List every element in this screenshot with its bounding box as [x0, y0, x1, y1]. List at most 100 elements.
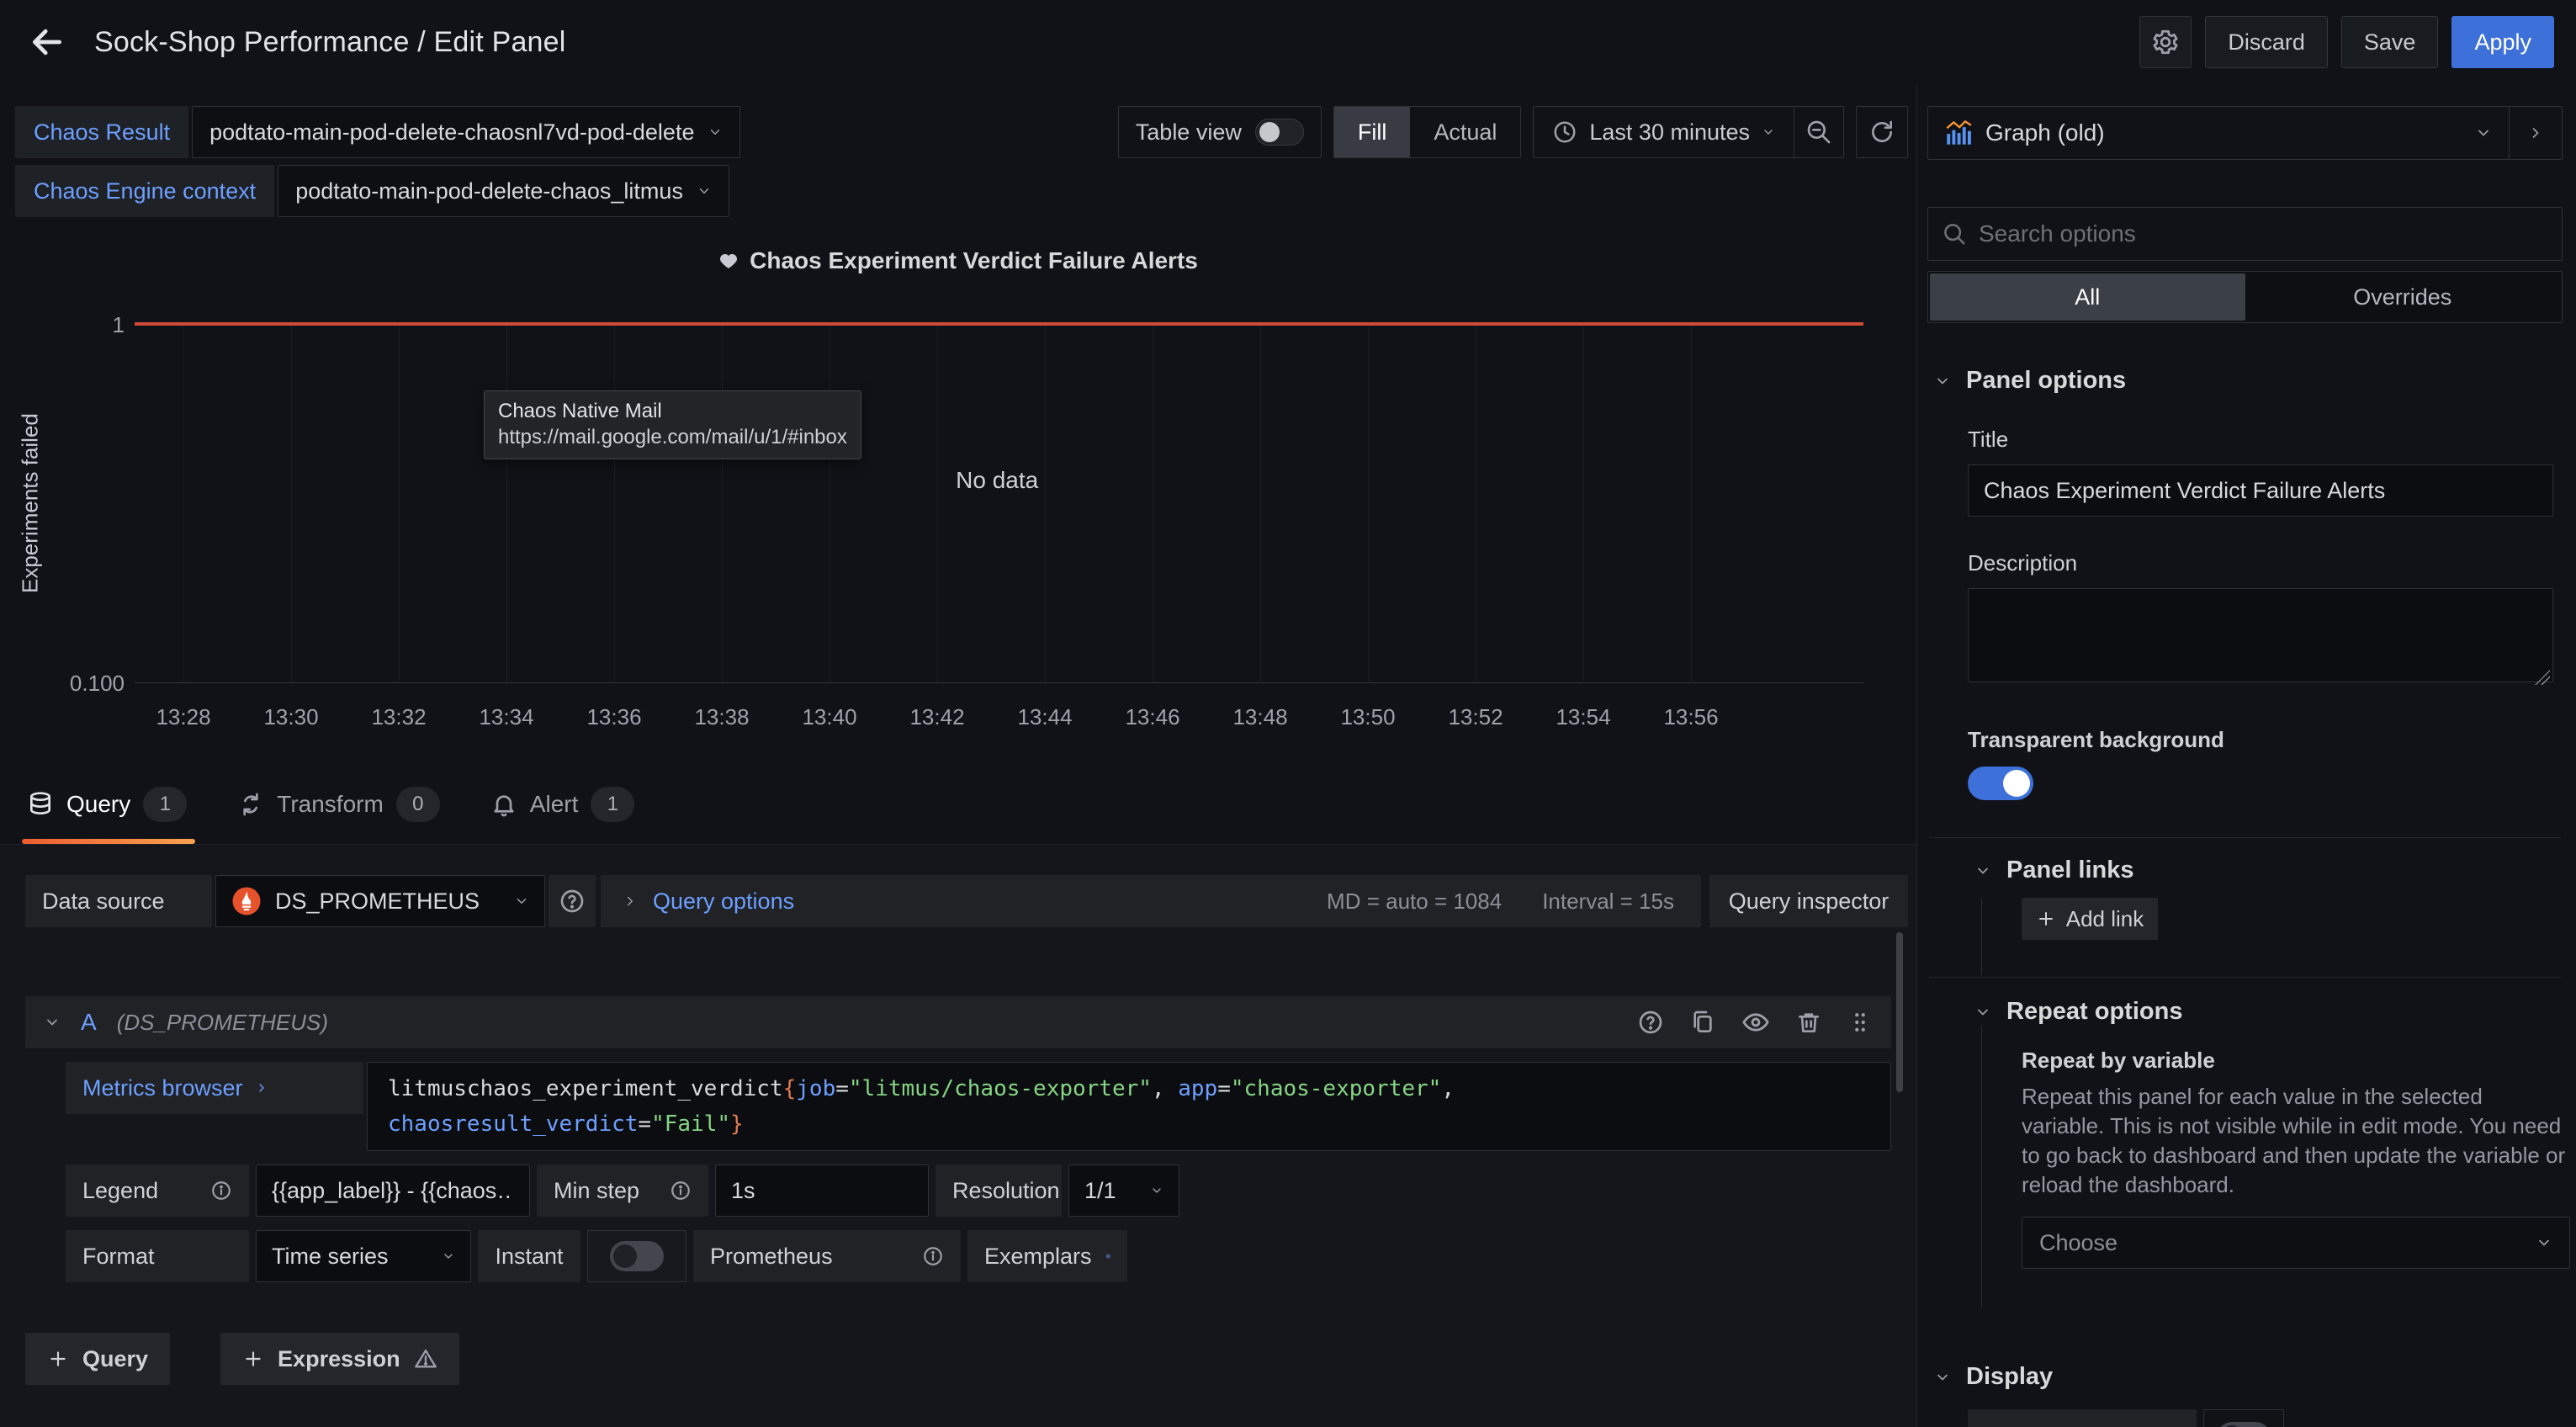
variable-value: podtato-main-pod-delete-chaos_litmus: [295, 178, 683, 204]
actual-option[interactable]: Actual: [1410, 107, 1520, 157]
tab-label: Transform: [277, 791, 384, 818]
transparent-background-toggle[interactable]: [1968, 767, 2033, 800]
panel-settings-button[interactable]: [2139, 16, 2192, 68]
tooltip-link-title: Chaos Native Mail: [498, 398, 847, 425]
info-icon: [922, 1245, 944, 1267]
resolution-label: Resolution: [952, 1178, 1060, 1204]
panel-options-header[interactable]: Panel options: [1934, 367, 2563, 395]
query-inspector-button[interactable]: Query inspector: [1709, 875, 1908, 927]
prometheus-label: Prometheus: [710, 1244, 833, 1270]
repeat-options-header[interactable]: Repeat options: [1974, 998, 2563, 1026]
save-button[interactable]: Save: [2341, 16, 2439, 68]
fill-option[interactable]: Fill: [1334, 107, 1411, 157]
datasource-row: Data source DS_PROMETHEUS: [25, 875, 1908, 927]
format-select[interactable]: Time series: [256, 1230, 471, 1282]
transparent-background-label: Transparent background: [1968, 727, 2563, 753]
chevron-down-icon: [2536, 1234, 2552, 1251]
exemplars-target-icon: [1105, 1244, 1110, 1269]
tab-query[interactable]: Query 1: [27, 764, 187, 844]
tab-transform[interactable]: Transform 0: [237, 764, 440, 844]
resize-grip[interactable]: [2535, 670, 2550, 685]
legend-input[interactable]: [256, 1164, 530, 1217]
tab-overrides[interactable]: Overrides: [2245, 273, 2561, 321]
variable-label: Chaos Engine context: [15, 165, 274, 217]
variable-value-dropdown[interactable]: podtato-main-pod-delete-chaosnl7vd-pod-d…: [192, 106, 740, 158]
add-link-button[interactable]: Add link: [2022, 898, 2158, 940]
instant-toggle[interactable]: [610, 1241, 664, 1271]
help-circle-icon: [559, 888, 586, 915]
chevron-right-icon: [255, 1081, 268, 1095]
add-expression-button[interactable]: Expression: [220, 1333, 459, 1385]
divider: [1929, 977, 2561, 978]
warning-triangle-icon: [414, 1347, 437, 1371]
legend-field-label: Legend: [66, 1164, 249, 1217]
x-tick-label: 13:48: [1232, 704, 1287, 730]
zoom-out-button[interactable]: [1794, 107, 1843, 157]
metrics-browser-button[interactable]: Metrics browser: [66, 1062, 363, 1114]
visualization-name: Graph (old): [1985, 119, 2105, 146]
collapse-pane-button[interactable]: [2510, 107, 2562, 159]
bars-option-row: Bars: [1968, 1409, 2563, 1427]
help-circle-icon[interactable]: [1637, 1009, 1664, 1036]
gridline: [614, 324, 615, 682]
visualization-select[interactable]: Graph (old): [1928, 107, 2509, 159]
plus-icon: [47, 1348, 69, 1370]
duplicate-icon[interactable]: [1689, 1009, 1716, 1036]
bars-toggle[interactable]: [2217, 1422, 2271, 1427]
tab-alert[interactable]: Alert 1: [490, 764, 635, 844]
x-tick-label: 13:30: [263, 704, 318, 730]
time-range-group: Last 30 minutes: [1533, 106, 1844, 158]
display-header[interactable]: Display: [1934, 1363, 2563, 1391]
query-editor-section: Data source DS_PROMETHEUS: [0, 845, 1916, 1427]
chart-title: Chaos Experiment Verdict Failure Alerts: [750, 247, 1198, 274]
panel-description-textarea[interactable]: [1968, 588, 2553, 682]
repeat-variable-select[interactable]: Choose: [2022, 1217, 2570, 1269]
tab-badge: 1: [591, 787, 634, 822]
panel-title: Chaos Experiment Verdict Failure Alerts: [0, 219, 1916, 274]
add-link-label: Add link: [2066, 906, 2144, 932]
query-ref-id: A: [81, 1009, 97, 1036]
apply-button[interactable]: Apply: [2451, 16, 2554, 68]
exemplars-field[interactable]: Exemplars: [967, 1230, 1127, 1282]
add-query-button[interactable]: Query: [25, 1333, 170, 1385]
datasource-picker[interactable]: DS_PROMETHEUS: [215, 875, 545, 927]
drag-handle-icon[interactable]: [1847, 1010, 1873, 1035]
panel-links-header[interactable]: Panel links: [1974, 857, 2563, 884]
datasource-help-button[interactable]: [549, 875, 596, 927]
transform-icon: [237, 791, 264, 818]
eye-icon[interactable]: [1741, 1008, 1770, 1037]
search-options-input[interactable]: [1979, 220, 2548, 247]
format-value: Time series: [272, 1244, 389, 1270]
bars-label: Bars: [1968, 1409, 2197, 1427]
discard-button[interactable]: Discard: [2205, 16, 2328, 68]
resolution-select[interactable]: 1/1: [1068, 1164, 1179, 1217]
panel-title-input[interactable]: [1968, 464, 2553, 517]
query-row-header[interactable]: A (DS_PROMETHEUS): [25, 996, 1891, 1048]
search-options-field[interactable]: [1927, 207, 2563, 261]
tab-all[interactable]: All: [1930, 273, 2245, 321]
min-step-input[interactable]: [715, 1164, 929, 1217]
time-range-label: Last 30 minutes: [1589, 119, 1750, 146]
query-ref-datasource: (DS_PROMETHEUS): [117, 1010, 328, 1036]
choose-placeholder: Choose: [2039, 1230, 2118, 1256]
gridline: [399, 324, 400, 682]
legend-label: Legend: [82, 1178, 158, 1204]
gridline: [1260, 324, 1261, 682]
no-data-text: No data: [956, 467, 1038, 494]
data-link-tooltip[interactable]: Chaos Native Mail https://mail.google.co…: [484, 390, 861, 459]
variable-value-dropdown[interactable]: podtato-main-pod-delete-chaos_litmus: [278, 165, 729, 217]
trash-icon[interactable]: [1795, 1009, 1822, 1036]
time-range-picker[interactable]: Last 30 minutes: [1534, 107, 1794, 157]
promql-code-editor[interactable]: litmuschaos_experiment_verdict{job="litm…: [367, 1062, 1891, 1151]
panel-links-content: Add link: [1981, 898, 2563, 975]
description-field-label: Description: [1968, 550, 2563, 576]
chart-plot-area[interactable]: No data: [135, 324, 1863, 683]
graph-panel-icon: [1945, 119, 1972, 146]
variable-chaos-engine-context: Chaos Engine context podtato-main-pod-de…: [15, 165, 1916, 217]
table-view-control: Table view: [1118, 106, 1322, 158]
query-options-bar[interactable]: Query options MD = auto = 1084 Interval …: [601, 875, 1701, 927]
table-view-toggle[interactable]: [1255, 119, 1304, 146]
refresh-button[interactable]: [1856, 106, 1908, 158]
back-arrow-icon[interactable]: [25, 20, 69, 64]
query-scrollbar-thumb[interactable]: [1896, 932, 1903, 1092]
